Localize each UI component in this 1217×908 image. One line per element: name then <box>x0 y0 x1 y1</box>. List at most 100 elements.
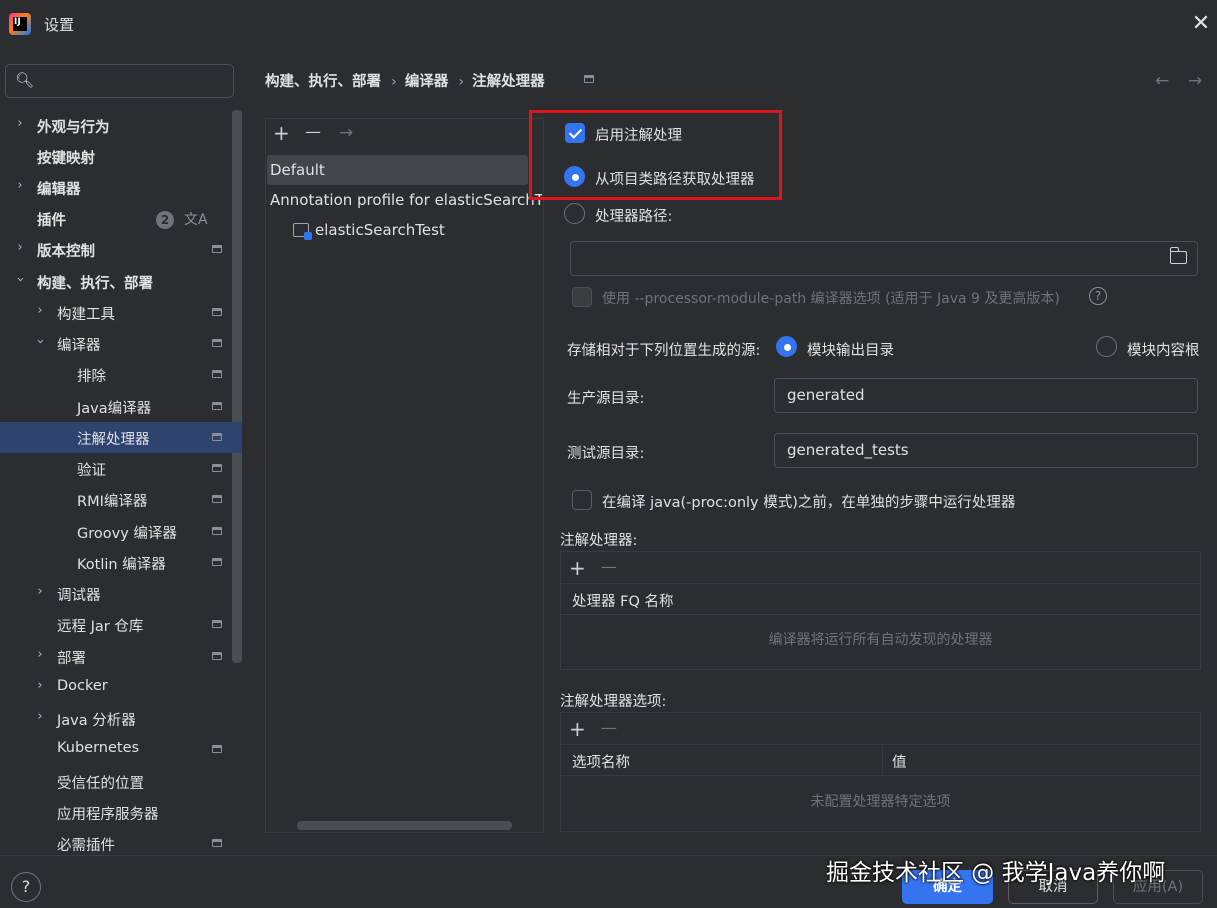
sidebar-item-label: 构建、执行、部署 <box>37 276 153 292</box>
breadcrumb-separator: › <box>458 74 465 90</box>
project-scope-icon <box>212 370 222 378</box>
sidebar-item-appearance[interactable]: › 外观与行为 <box>0 110 242 141</box>
options-title: 注解处理器选项: <box>560 694 667 710</box>
move-to-profile-button[interactable]: → <box>339 123 353 143</box>
project-scope-icon <box>212 652 222 660</box>
sidebar-item-vcs[interactable]: › 版本控制 <box>0 234 242 265</box>
sidebar-item-validation[interactable]: 验证 <box>0 453 242 484</box>
from-classpath-radio[interactable] <box>564 166 585 187</box>
sidebar-item-trusted-locations[interactable]: 受信任的位置 <box>0 766 242 797</box>
profile-label: Default <box>270 161 325 179</box>
sidebar-item-remote-jar[interactable]: 远程 Jar 仓库 <box>0 609 242 640</box>
sidebar-item-compiler[interactable]: › 编译器 <box>0 328 242 359</box>
sidebar-item-java-compiler[interactable]: Java编译器 <box>0 391 242 422</box>
intellij-logo-icon: IJ <box>9 13 31 35</box>
project-scope-icon <box>212 745 222 753</box>
store-generated-label: 存储相对于下列位置生成的源: <box>567 343 761 359</box>
processors-title: 注解处理器: <box>560 533 638 549</box>
chevron-right-icon: › <box>37 584 43 599</box>
sidebar-item-label: 构建工具 <box>57 307 115 323</box>
sidebar-item-groovy-compiler[interactable]: Groovy 编译器 <box>0 516 242 547</box>
column-header: 值 <box>892 755 907 771</box>
add-option-button[interactable]: + <box>569 719 586 739</box>
back-arrow-icon[interactable]: ← <box>1155 71 1169 91</box>
project-scope-icon <box>212 527 222 535</box>
sidebar-item-app-servers[interactable]: 应用程序服务器 <box>0 797 242 828</box>
search-input[interactable] <box>38 69 223 93</box>
sidebar-item-rmi-compiler[interactable]: RMI编译器 <box>0 484 242 515</box>
close-button[interactable]: ✕ <box>1189 12 1213 36</box>
sidebar-item-label: Java编译器 <box>77 401 152 417</box>
settings-search[interactable]: 🔍︎ <box>5 64 234 98</box>
sidebar-item-kubernetes[interactable]: Kubernetes <box>0 734 242 765</box>
sidebar-item-build-tools[interactable]: › 构建工具 <box>0 297 242 328</box>
sidebar-item-label: 插件 <box>37 213 66 229</box>
sidebar-item-plugins[interactable]: 插件 2 文A <box>0 203 242 234</box>
window-title: 设置 <box>44 16 75 34</box>
sidebar-item-excludes[interactable]: 排除 <box>0 359 242 390</box>
sidebar-item-docker[interactable]: › Docker <box>0 672 242 703</box>
remove-profile-button[interactable]: — <box>305 122 321 142</box>
options-toolbar: + — <box>561 713 1200 745</box>
sidebar-item-label: 排除 <box>77 369 106 385</box>
module-output-radio[interactable] <box>776 336 797 357</box>
test-dir-input[interactable]: generated_tests <box>774 433 1198 468</box>
sidebar-item-kotlin-compiler[interactable]: Kotlin 编译器 <box>0 547 242 578</box>
processor-path-radio[interactable] <box>564 203 585 224</box>
prod-dir-input[interactable]: generated <box>774 378 1198 413</box>
remove-processor-button[interactable]: — <box>601 557 617 577</box>
module-content-root-label: 模块内容根 <box>1127 343 1200 359</box>
project-scope-icon <box>212 245 222 253</box>
sidebar-item-deployment[interactable]: › 部署 <box>0 641 242 672</box>
from-classpath-label: 从项目类路径获取处理器 <box>595 172 755 188</box>
add-profile-button[interactable]: + <box>273 123 290 143</box>
sidebar-item-label: 受信任的位置 <box>57 776 144 792</box>
folder-icon[interactable] <box>1169 247 1187 264</box>
separate-step-checkbox[interactable] <box>572 490 592 510</box>
forward-arrow-icon[interactable]: → <box>1188 71 1202 91</box>
sidebar-item-java-profiler[interactable]: › Java 分析器 <box>0 703 242 734</box>
breadcrumb-item[interactable]: 构建、执行、部署 <box>265 74 381 90</box>
module-path-checkbox[interactable] <box>572 287 592 307</box>
sidebar-item-label: 版本控制 <box>37 244 95 260</box>
search-icon: 🔍︎ <box>15 71 35 89</box>
sidebar-item-required-plugins[interactable]: 必需插件 <box>0 828 242 854</box>
sidebar-item-label: 编译器 <box>57 338 101 354</box>
profile-default[interactable]: Default <box>267 155 528 185</box>
enable-processing-checkbox[interactable] <box>565 123 585 143</box>
test-dir-value: generated_tests <box>787 441 909 459</box>
project-scope-icon <box>212 433 222 441</box>
column-divider <box>882 745 883 776</box>
breadcrumb-separator: › <box>391 74 397 90</box>
profile-annotation[interactable]: Annotation profile for elasticSearchTest <box>270 191 542 209</box>
column-header: 选项名称 <box>572 755 630 771</box>
chevron-right-icon: › <box>37 709 43 724</box>
sidebar-item-label: 按键映射 <box>37 151 95 167</box>
add-processor-button[interactable]: + <box>569 558 586 578</box>
sidebar-item-annotation-processors[interactable]: 注解处理器 <box>0 422 242 453</box>
sidebar-item-keymap[interactable]: 按键映射 <box>0 141 242 172</box>
sidebar-item-label: Kubernetes <box>57 740 140 756</box>
sidebar-item-label: 外观与行为 <box>37 120 110 136</box>
plugins-count-badge: 2 <box>156 211 174 229</box>
help-button[interactable]: ? <box>11 872 41 902</box>
sidebar-item-label: Java 分析器 <box>57 713 136 729</box>
sidebar-item-debugger[interactable]: › 调试器 <box>0 578 242 609</box>
processor-path-field[interactable] <box>570 241 1198 276</box>
chevron-right-icon: › <box>37 303 43 318</box>
chevron-right-icon: › <box>37 647 43 662</box>
project-scope-icon <box>212 339 222 347</box>
module-item[interactable]: elasticSearchTest <box>293 221 445 240</box>
module-folder-icon <box>293 223 312 240</box>
breadcrumb-item[interactable]: 编译器 <box>405 74 449 90</box>
sidebar-item-label: Groovy 编译器 <box>77 526 177 542</box>
module-content-root-radio[interactable] <box>1096 336 1117 357</box>
profiles-scrollbar[interactable] <box>297 821 512 830</box>
module-output-label: 模块输出目录 <box>807 343 894 359</box>
help-icon[interactable]: ? <box>1089 287 1107 305</box>
sidebar-item-editor[interactable]: › 编辑器 <box>0 172 242 203</box>
chevron-down-icon: › <box>32 338 48 345</box>
remove-option-button[interactable]: — <box>601 718 617 738</box>
test-dir-label: 测试源目录: <box>567 446 645 462</box>
sidebar-item-build[interactable]: › 构建、执行、部署 <box>0 266 242 297</box>
